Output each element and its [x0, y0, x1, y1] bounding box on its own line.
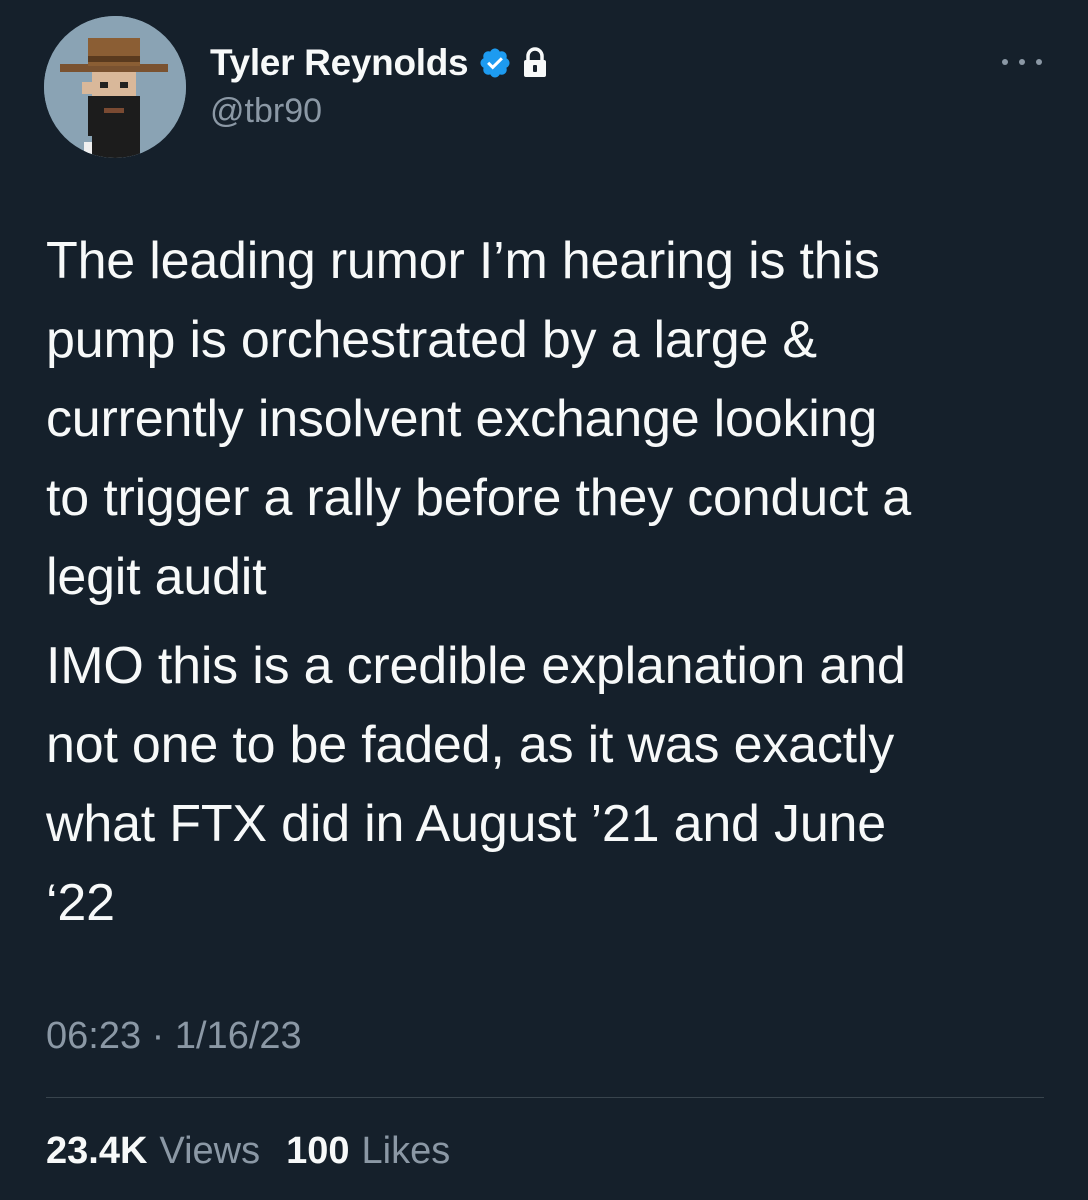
more-options-icon-dot [1019, 59, 1025, 65]
tweet-stats: 23.4K Views 100 Likes [46, 1130, 450, 1173]
views-stat[interactable]: 23.4K Views [46, 1130, 260, 1173]
likes-stat[interactable]: 100 Likes [286, 1130, 450, 1173]
likes-count: 100 [286, 1130, 350, 1172]
tweet-body: The leading rumor I’m hearing is this pu… [46, 222, 1056, 943]
name-row: Tyler Reynolds [210, 40, 548, 86]
user-handle[interactable]: @tbr90 [210, 92, 548, 131]
tweet-paragraph: The leading rumor I’m hearing is this pu… [46, 232, 911, 606]
tweet-paragraph: IMO this is a credible explanation and n… [46, 637, 906, 932]
more-options-icon [1002, 59, 1008, 65]
author-block: Tyler Reynolds @tbr90 [210, 40, 548, 131]
lock-icon [522, 47, 548, 79]
tweet-timestamp[interactable]: 06:23 · 1/16/23 [46, 1015, 302, 1058]
views-label: Views [159, 1130, 261, 1172]
likes-label: Likes [361, 1130, 451, 1172]
pixel-cowboy-avatar-icon [44, 16, 186, 158]
more-options-button[interactable] [1002, 44, 1042, 80]
tweet-card: Tyler Reynolds @tbr90 The leading rumor [0, 0, 1088, 1200]
display-name[interactable]: Tyler Reynolds [210, 42, 469, 84]
avatar[interactable] [44, 16, 186, 158]
divider [46, 1097, 1044, 1098]
views-count: 23.4K [46, 1130, 148, 1172]
verified-badge-icon [478, 46, 512, 80]
more-options-icon-dot [1036, 59, 1042, 65]
